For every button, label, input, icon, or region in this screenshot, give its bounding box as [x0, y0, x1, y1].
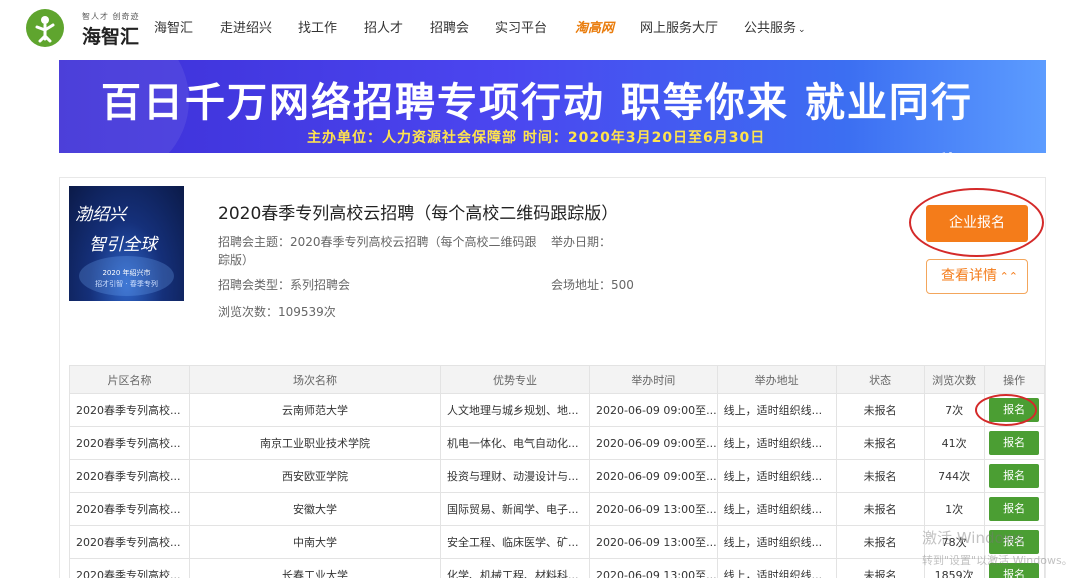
- annotation-circle: [909, 188, 1044, 257]
- time-cell: 2020-06-09 09:00至...: [589, 459, 718, 493]
- views-cell: 744次: [923, 459, 985, 493]
- address-cell: 线上，适时组织线...: [716, 525, 837, 559]
- status-cell: 未报名: [835, 459, 925, 493]
- region-cell: 2020春季专列高校...: [69, 426, 190, 460]
- nav-item-about-shaoxing[interactable]: 走进绍兴: [220, 19, 272, 39]
- time-cell: 2020-06-09 09:00至...: [589, 393, 718, 427]
- column-header: 浏览次数: [923, 365, 985, 394]
- job-fair-view-count: 浏览次数：109539次: [218, 305, 336, 319]
- campaign-banner[interactable]: 百日千万网络招聘专项行动 职等你来 就业同行 主办单位：人力资源社会保障部 时间…: [59, 60, 1046, 153]
- address-cell: 线上，适时组织线...: [716, 459, 837, 493]
- majors-cell: 机电一体化、电气自动化...: [440, 426, 590, 460]
- table-row: 2020春季专列高校... 安徽大学 国际贸易、新闻学、电子... 2020-0…: [69, 492, 1045, 526]
- enroll-button[interactable]: 报名: [989, 497, 1040, 521]
- column-header: 举办时间: [589, 365, 718, 394]
- region-cell: 2020春季专列高校...: [69, 525, 190, 559]
- site-logo[interactable]: 智人才 创奇迹 海智汇: [26, 9, 146, 49]
- nav-item-haizhihui[interactable]: 海智汇: [154, 19, 193, 39]
- session-name-cell[interactable]: 西安欧亚学院: [189, 459, 441, 493]
- time-cell: 2020-06-09 09:00至...: [589, 426, 718, 460]
- poster-caption: 2020 年绍兴市: [102, 269, 151, 277]
- session-name-cell[interactable]: 中南大学: [189, 525, 441, 559]
- address-cell: 线上，适时组织线...: [716, 492, 837, 526]
- enroll-button[interactable]: 报名: [989, 431, 1040, 455]
- time-cell: 2020-06-09 13:00至...: [589, 558, 718, 578]
- region-cell: 2020春季专列高校...: [69, 459, 190, 493]
- column-header: 状态: [835, 365, 925, 394]
- poster-caption-2: 招才引智 · 春季专列: [95, 280, 158, 288]
- job-fair-date: 举办日期：: [551, 235, 612, 249]
- job-fair-title: 2020春季专列高校云招聘（每个高校二维码跟踪版）: [218, 204, 619, 224]
- status-cell: 未报名: [835, 492, 925, 526]
- double-chevron-up-icon: ⌃⌃: [999, 270, 1018, 283]
- nav-item-taogao[interactable]: 淘高网: [575, 19, 614, 39]
- view-details-button[interactable]: 查看详情 ⌃⌃: [926, 259, 1028, 294]
- column-header: 优势专业: [440, 365, 590, 394]
- table-header-row: 片区名称 场次名称 优势专业 举办时间 举办地址 状态 浏览次数 操作: [69, 365, 1045, 394]
- column-header: 场次名称: [189, 365, 441, 394]
- windows-activation-watermark: 激活 Windows: [922, 529, 1024, 547]
- logo-tagline: 智人才 创奇迹: [82, 12, 140, 21]
- annotation-circle-small: [975, 394, 1037, 426]
- enroll-button[interactable]: 报名: [989, 464, 1040, 488]
- nav-item-internship[interactable]: 实习平台: [495, 19, 547, 39]
- session-name-cell[interactable]: 云南师范大学: [189, 393, 441, 427]
- region-cell: 2020春季专列高校...: [69, 558, 190, 578]
- logo-figure-icon: [26, 9, 64, 47]
- nav-item-find-job[interactable]: 找工作: [298, 19, 337, 39]
- nav-item-public-service-label: 公共服务: [744, 21, 797, 36]
- column-header: 举办地址: [716, 365, 837, 394]
- view-details-label: 查看详情: [941, 268, 997, 284]
- time-cell: 2020-06-09 13:00至...: [589, 492, 718, 526]
- banner-stripe-circle: [927, 152, 969, 153]
- views-cell: 1次: [923, 492, 985, 526]
- column-header: 操作: [983, 365, 1045, 394]
- banner-title: 百日千万网络招聘专项行动 职等你来 就业同行: [101, 80, 973, 126]
- poster-headline-2: 智引全球: [89, 235, 157, 255]
- job-fair-theme: 招聘会主题：2020春季专列高校云招聘（每个高校二维码跟踪版）: [218, 235, 537, 267]
- table-row: 2020春季专列高校... 南京工业职业技术学院 机电一体化、电气自动化... …: [69, 426, 1045, 460]
- majors-cell: 国际贸易、新闻学、电子...: [440, 492, 590, 526]
- session-name-cell[interactable]: 长春工业大学: [189, 558, 441, 578]
- job-fair-address: 会场地址：500: [551, 278, 634, 292]
- majors-cell: 化学、机械工程、材料科...: [440, 558, 590, 578]
- action-cell: 报名: [983, 492, 1045, 526]
- table-row: 2020春季专列高校... 长春工业大学 化学、机械工程、材料科... 2020…: [69, 558, 1045, 578]
- chevron-down-icon: ⌄: [798, 25, 806, 35]
- status-cell: 未报名: [835, 558, 925, 578]
- nav-item-recruit-talent[interactable]: 招人才: [364, 19, 403, 39]
- table-row: 2020春季专列高校... 中南大学 安全工程、临床医学、矿... 2020-0…: [69, 525, 1045, 559]
- job-fair-type: 招聘会类型：系列招聘会: [218, 278, 351, 292]
- views-cell: 41次: [923, 426, 985, 460]
- region-cell: 2020春季专列高校...: [69, 393, 190, 427]
- column-header: 片区名称: [69, 365, 190, 394]
- session-name-cell[interactable]: 安徽大学: [189, 492, 441, 526]
- majors-cell: 安全工程、临床医学、矿...: [440, 525, 590, 559]
- nav-item-public-service[interactable]: 公共服务 ⌄: [744, 19, 806, 40]
- majors-cell: 投资与理财、动漫设计与...: [440, 459, 590, 493]
- windows-activation-hint: 转到"设置"以激活 Windows。: [922, 554, 1073, 567]
- logo-name: 海智汇: [82, 26, 140, 48]
- poster-headline: 渤绍兴: [75, 205, 126, 225]
- nav-item-online-service-hall[interactable]: 网上服务大厅: [640, 19, 718, 39]
- table-row: 2020春季专列高校... 云南师范大学 人文地理与城乡规划、地... 2020…: [69, 393, 1045, 427]
- action-cell: 报名: [983, 426, 1045, 460]
- status-cell: 未报名: [835, 393, 925, 427]
- sessions-table: 片区名称 场次名称 优势专业 举办时间 举办地址 状态 浏览次数 操作 2020…: [69, 365, 1045, 578]
- top-navigation-bar: 智人才 创奇迹 海智汇 海智汇 走进绍兴 找工作 招人才 招聘会 实习平台 淘高…: [0, 0, 1080, 58]
- status-cell: 未报名: [835, 525, 925, 559]
- job-fair-poster[interactable]: 渤绍兴 智引全球 2020 年绍兴市 招才引智 · 春季专列: [69, 186, 184, 301]
- action-cell: 报名: [983, 459, 1045, 493]
- majors-cell: 人文地理与城乡规划、地...: [440, 393, 590, 427]
- banner-subtitle: 主办单位：人力资源社会保障部 时间：2020年3月20日至6月30日: [307, 130, 766, 146]
- address-cell: 线上，适时组织线...: [716, 426, 837, 460]
- address-cell: 线上，适时组织线...: [716, 393, 837, 427]
- session-name-cell[interactable]: 南京工业职业技术学院: [189, 426, 441, 460]
- address-cell: 线上，适时组织线...: [716, 558, 837, 578]
- time-cell: 2020-06-09 13:00至...: [589, 525, 718, 559]
- region-cell: 2020春季专列高校...: [69, 492, 190, 526]
- status-cell: 未报名: [835, 426, 925, 460]
- nav-item-job-fair[interactable]: 招聘会: [430, 19, 469, 39]
- table-row: 2020春季专列高校... 西安欧亚学院 投资与理财、动漫设计与... 2020…: [69, 459, 1045, 493]
